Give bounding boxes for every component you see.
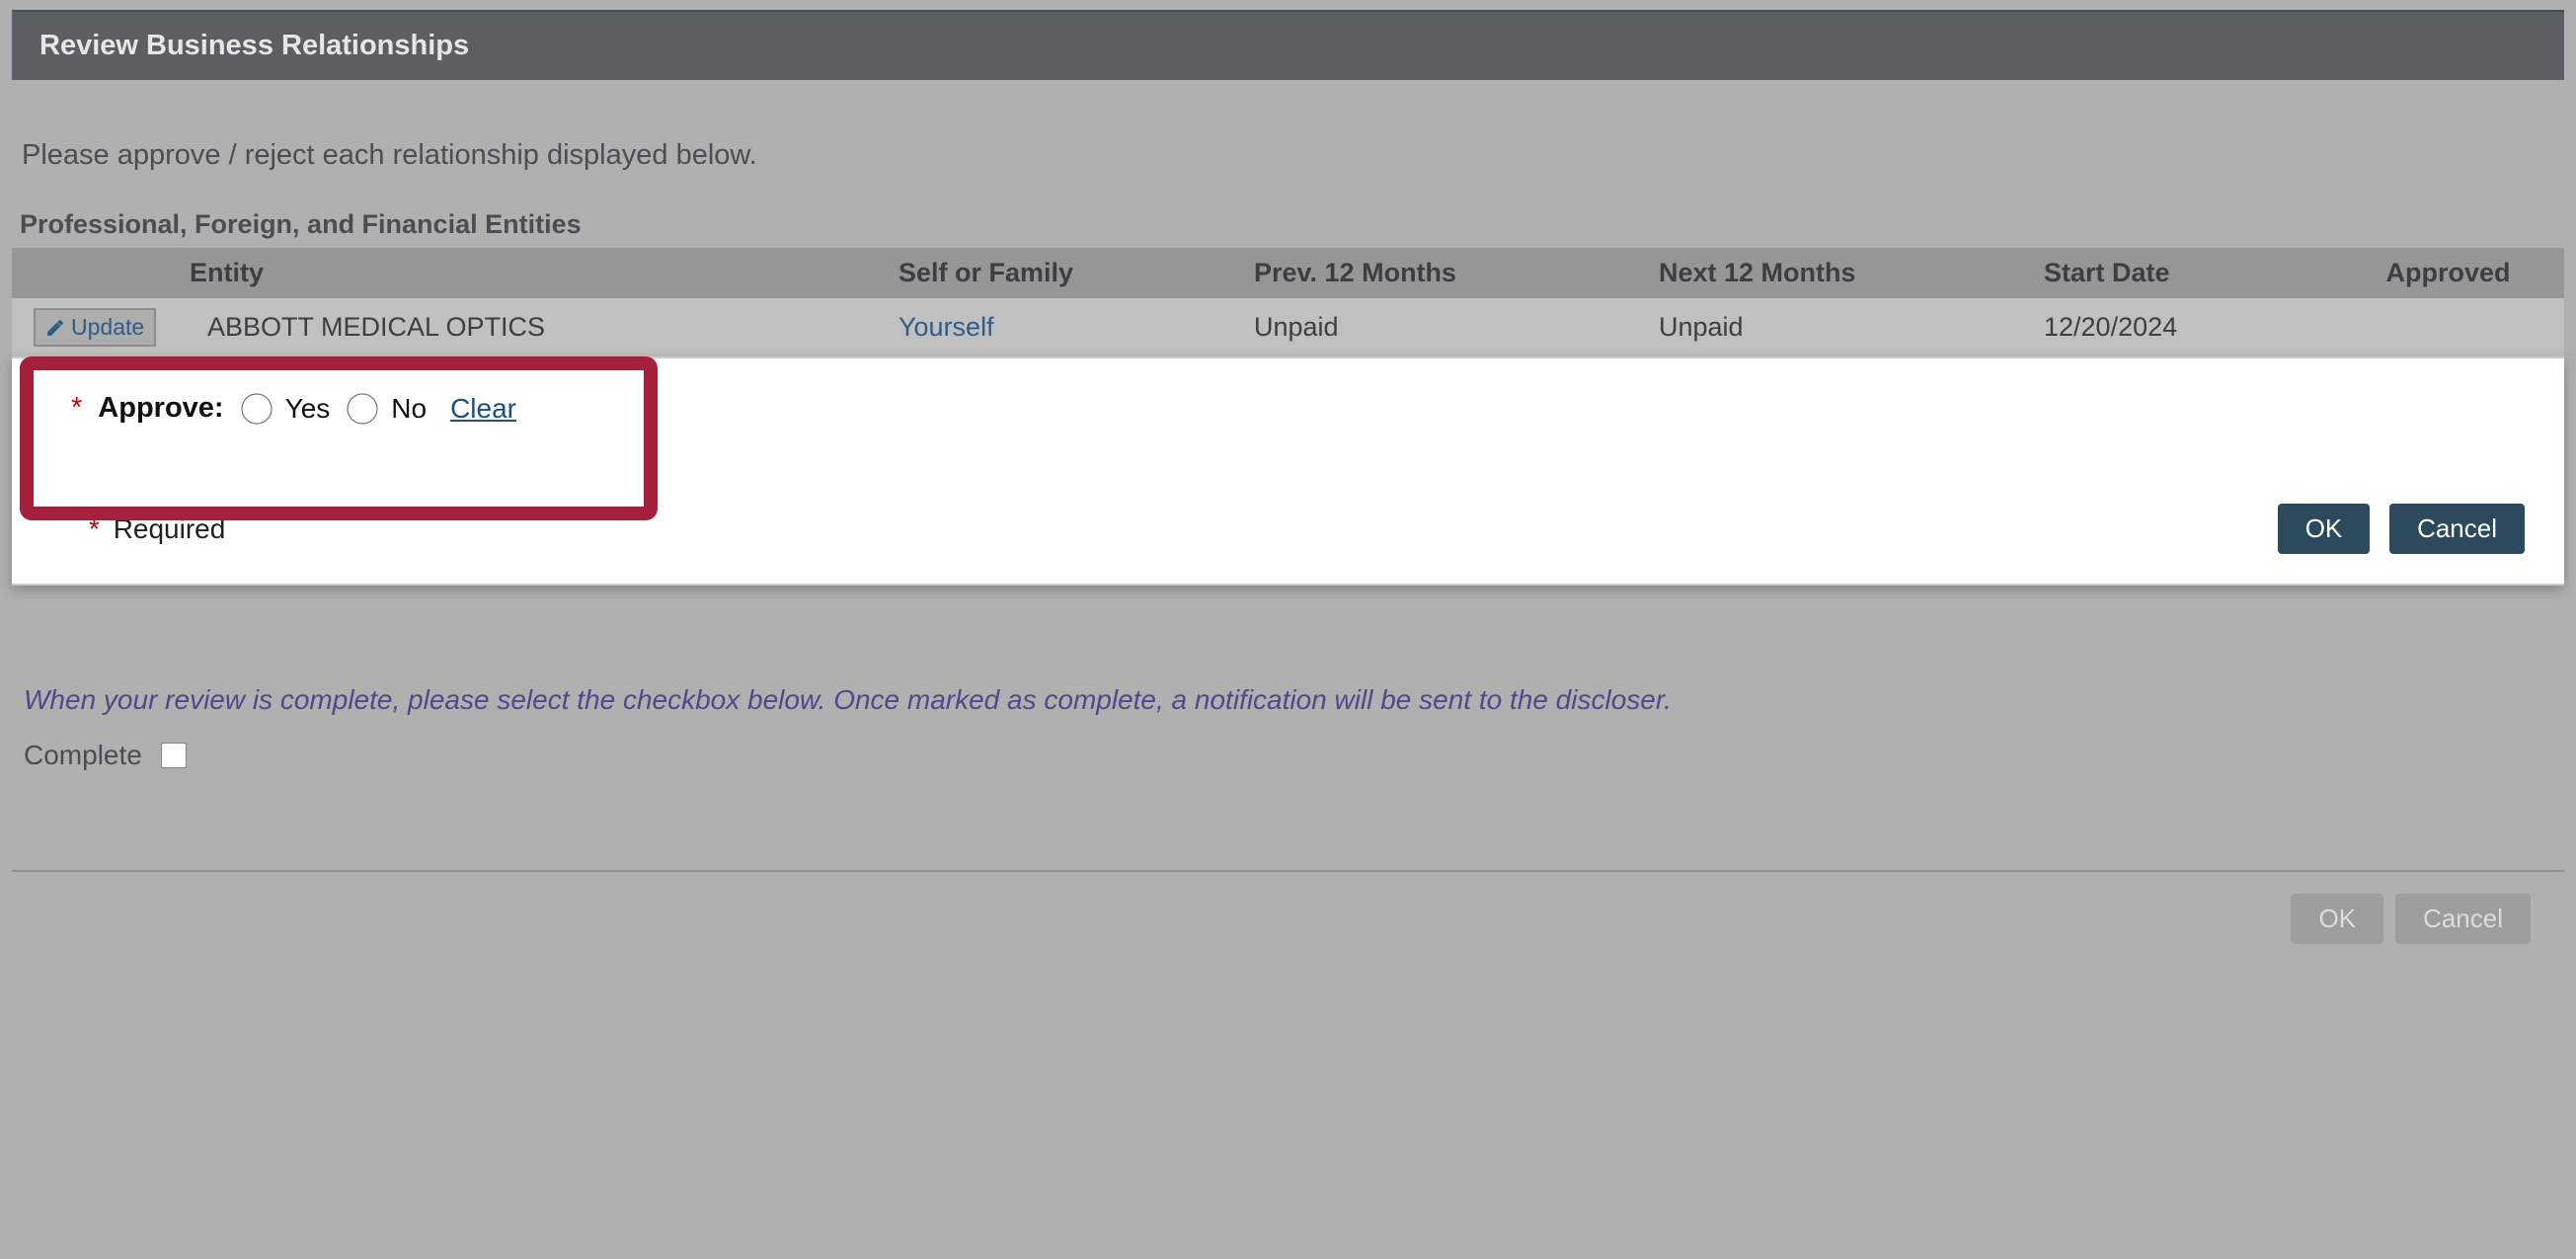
- instruction-text: Please approve / reject each relationshi…: [12, 80, 2564, 192]
- modal-footer: * Required OK Cancel: [12, 504, 2564, 584]
- approve-yes-label: Yes: [285, 393, 331, 425]
- page-ok-button[interactable]: OK: [2291, 894, 2383, 944]
- cell-start: 12/20/2024: [2036, 312, 2332, 343]
- review-complete-note: When your review is complete, please sel…: [12, 684, 2564, 740]
- relationships-table: Entity Self or Family Prev. 12 Months Ne…: [12, 248, 2564, 586]
- pencil-icon: [45, 318, 65, 338]
- col-header-start: Start Date: [2036, 258, 2332, 288]
- required-note-text: Required: [114, 513, 226, 544]
- col-header-entity: Entity: [12, 258, 891, 288]
- page-title-bar: Review Business Relationships: [12, 10, 2564, 80]
- cell-self[interactable]: Yourself: [891, 312, 1246, 343]
- page-cancel-button[interactable]: Cancel: [2395, 894, 2531, 944]
- cell-entity: ABBOTT MEDICAL OPTICS: [199, 312, 891, 343]
- col-header-prev: Prev. 12 Months: [1246, 258, 1651, 288]
- update-button[interactable]: Update: [34, 308, 156, 347]
- update-button-label: Update: [71, 314, 144, 341]
- modal-cancel-button[interactable]: Cancel: [2389, 504, 2525, 554]
- approve-panel: * Approve: Yes No Clear * Required OK Ca…: [12, 356, 2564, 586]
- table-header-row: Entity Self or Family Prev. 12 Months Ne…: [12, 248, 2564, 298]
- page-footer: OK Cancel: [12, 870, 2564, 968]
- table-row: Update ABBOTT MEDICAL OPTICS Yourself Un…: [12, 298, 2564, 356]
- col-header-approved: Approved: [2332, 258, 2564, 288]
- highlight-box: [20, 356, 658, 520]
- cell-next: Unpaid: [1651, 312, 2036, 343]
- approve-label: Approve:: [98, 392, 223, 425]
- approve-no-label: No: [391, 393, 427, 425]
- required-asterisk: *: [71, 392, 82, 425]
- col-header-self: Self or Family: [891, 258, 1246, 288]
- approve-yes-radio[interactable]: [241, 393, 272, 424]
- complete-label: Complete: [24, 740, 142, 771]
- cell-prev: Unpaid: [1246, 312, 1651, 343]
- col-header-next: Next 12 Months: [1651, 258, 2036, 288]
- clear-link[interactable]: Clear: [450, 393, 516, 425]
- approve-no-radio[interactable]: [348, 393, 378, 424]
- section-title: Professional, Foreign, and Financial Ent…: [12, 192, 2564, 248]
- modal-ok-button[interactable]: OK: [2278, 504, 2371, 554]
- required-note: * Required: [89, 513, 225, 545]
- complete-checkbox[interactable]: [161, 743, 187, 768]
- required-note-asterisk: *: [89, 513, 100, 544]
- page-title: Review Business Relationships: [39, 30, 469, 61]
